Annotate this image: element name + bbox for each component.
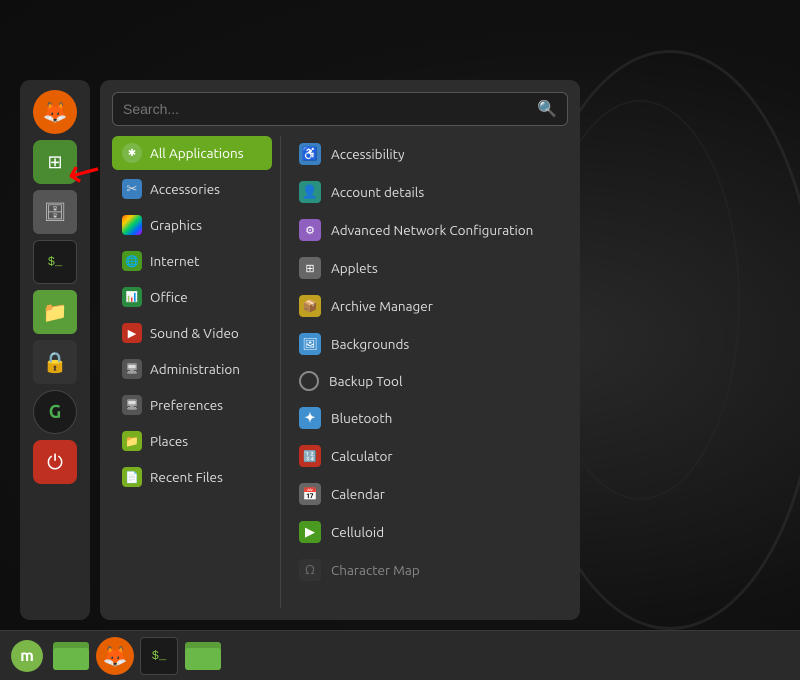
app-list: ♿ Accessibility 👤 Account details ⚙ Adva…: [289, 136, 568, 608]
taskbar-firefox[interactable]: 🦊: [96, 637, 134, 675]
taskbar-mint-start[interactable]: m: [8, 637, 46, 675]
files-icon: 📁: [43, 300, 68, 324]
search-button[interactable]: 🔍: [537, 99, 557, 119]
sound-video-icon: ▶: [122, 323, 142, 343]
storage-icon: 🗄: [44, 202, 67, 223]
taskbar-firefox-icon: 🦊: [103, 644, 128, 668]
app-bluetooth-label: Bluetooth: [331, 410, 392, 426]
app-account-details-label: Account details: [331, 184, 424, 200]
category-office-label: Office: [150, 289, 188, 305]
category-all-applications[interactable]: ✱ All Applications: [112, 136, 272, 170]
menu-divider: [280, 136, 281, 608]
internet-icon: 🌐: [122, 251, 142, 271]
category-list: ✱ All Applications ✂ Accessories Graphic…: [112, 136, 272, 608]
category-recent-files[interactable]: 📄 Recent Files: [112, 460, 272, 494]
bluetooth-icon: ✦: [299, 407, 321, 429]
category-recent-label: Recent Files: [150, 469, 223, 485]
accessibility-icon: ♿: [299, 143, 321, 165]
search-input[interactable]: [123, 101, 537, 117]
app-archive-manager[interactable]: 📦 Archive Manager: [289, 288, 564, 324]
app-backup-tool[interactable]: Backup Tool: [289, 364, 564, 398]
sidebar-item-files[interactable]: 📁: [33, 290, 77, 334]
category-graphics[interactable]: Graphics: [112, 208, 272, 242]
app-celluloid-label: Celluloid: [331, 524, 384, 540]
office-icon: 📊: [122, 287, 142, 307]
category-accessories[interactable]: ✂ Accessories: [112, 172, 272, 206]
app-backup-tool-label: Backup Tool: [329, 373, 402, 389]
sidebar-item-terminal[interactable]: $_: [33, 240, 77, 284]
recent-files-icon: 📄: [122, 467, 142, 487]
preferences-icon: 🖥: [122, 395, 142, 415]
app-backgrounds[interactable]: 🖼 Backgrounds: [289, 326, 564, 362]
taskbar-terminal-icon: $_: [152, 649, 166, 663]
app-applets-label: Applets: [331, 260, 378, 276]
search-bar: 🔍: [112, 92, 568, 126]
account-details-icon: 👤: [299, 181, 321, 203]
taskbar-folder-1[interactable]: [52, 637, 90, 675]
character-map-icon: Ω: [299, 559, 321, 581]
category-all-label: All Applications: [150, 145, 244, 161]
app-account-details[interactable]: 👤 Account details: [289, 174, 564, 210]
menu-content: ✱ All Applications ✂ Accessories Graphic…: [112, 136, 568, 608]
sidebar-item-storage[interactable]: 🗄: [33, 190, 77, 234]
advanced-network-icon: ⚙: [299, 219, 321, 241]
archive-manager-icon: 📦: [299, 295, 321, 317]
app-character-map[interactable]: Ω Character Map: [289, 552, 564, 588]
category-preferences-label: Preferences: [150, 397, 223, 413]
category-accessories-label: Accessories: [150, 181, 220, 197]
category-administration-label: Administration: [150, 361, 240, 377]
terminal-icon: $_: [48, 255, 62, 269]
applets-icon: ⊞: [299, 257, 321, 279]
category-places-label: Places: [150, 433, 188, 449]
app-applets[interactable]: ⊞ Applets: [289, 250, 564, 286]
firefox-icon: 🦊: [43, 100, 68, 124]
category-sound-video-label: Sound & Video: [150, 325, 239, 341]
places-icon: 📁: [122, 431, 142, 451]
backup-tool-icon: [299, 371, 319, 391]
category-sound-video[interactable]: ▶ Sound & Video: [112, 316, 272, 350]
celluloid-icon: ▶: [299, 521, 321, 543]
menu-panel: 🔍 ✱ All Applications ✂ Accessories Graph…: [100, 80, 580, 620]
category-internet[interactable]: 🌐 Internet: [112, 244, 272, 278]
taskbar-folder-2[interactable]: [184, 637, 222, 675]
calculator-icon: 🔢: [299, 445, 321, 467]
app-bluetooth[interactable]: ✦ Bluetooth: [289, 400, 564, 436]
grammarly-icon: G: [49, 402, 61, 422]
category-administration[interactable]: 🖥 Administration: [112, 352, 272, 386]
all-applications-icon: ✱: [122, 143, 142, 163]
category-places[interactable]: 📁 Places: [112, 424, 272, 458]
taskbar-terminal[interactable]: $_: [140, 637, 178, 675]
graphics-icon: [122, 215, 142, 235]
sidebar-item-lock[interactable]: 🔒: [33, 340, 77, 384]
taskbar: m 🦊 $_: [0, 630, 800, 680]
administration-icon: 🖥: [122, 359, 142, 379]
accessories-icon: ✂: [122, 179, 142, 199]
mint-logo: m: [11, 640, 43, 672]
backgrounds-icon: 🖼: [299, 333, 321, 355]
sidebar-item-grammarly[interactable]: G: [33, 390, 77, 434]
app-advanced-network-label: Advanced Network Configuration: [331, 222, 533, 238]
app-accessibility-label: Accessibility: [331, 146, 405, 162]
lock-icon: 🔒: [43, 350, 68, 374]
app-calculator-label: Calculator: [331, 448, 393, 464]
app-archive-manager-label: Archive Manager: [331, 298, 433, 314]
sidebar-item-firefox[interactable]: 🦊: [33, 90, 77, 134]
category-graphics-label: Graphics: [150, 217, 202, 233]
app-character-map-label: Character Map: [331, 562, 420, 578]
calendar-icon: 📅: [299, 483, 321, 505]
power-icon: ⏻: [47, 450, 63, 474]
category-internet-label: Internet: [150, 253, 199, 269]
apps-grid-icon: ⊞: [47, 152, 62, 173]
app-advanced-network[interactable]: ⚙ Advanced Network Configuration: [289, 212, 564, 248]
app-calculator[interactable]: 🔢 Calculator: [289, 438, 564, 474]
app-celluloid[interactable]: ▶ Celluloid: [289, 514, 564, 550]
app-accessibility[interactable]: ♿ Accessibility: [289, 136, 564, 172]
category-preferences[interactable]: 🖥 Preferences: [112, 388, 272, 422]
app-calendar[interactable]: 📅 Calendar: [289, 476, 564, 512]
sidebar-item-power[interactable]: ⏻: [33, 440, 77, 484]
app-backgrounds-label: Backgrounds: [331, 336, 409, 352]
category-office[interactable]: 📊 Office: [112, 280, 272, 314]
app-calendar-label: Calendar: [331, 486, 385, 502]
